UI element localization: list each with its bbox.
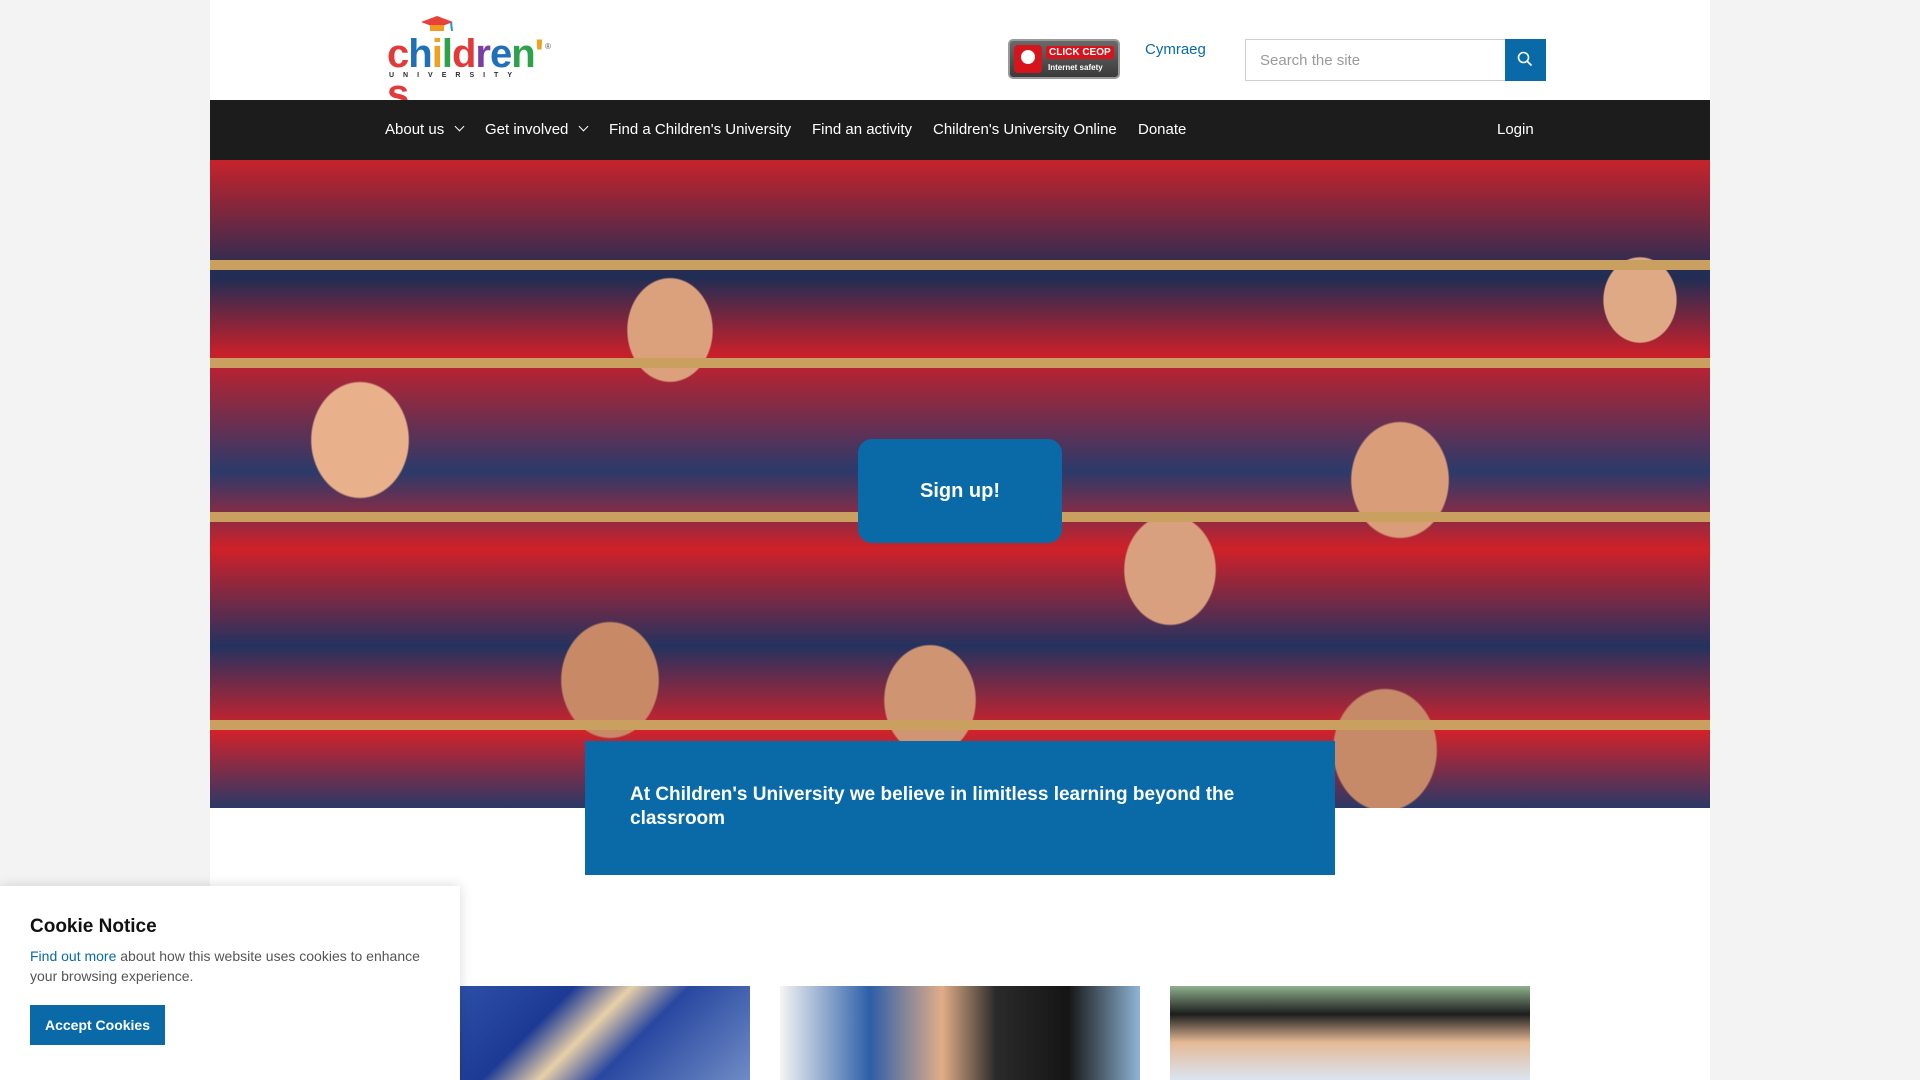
login-link[interactable]: Login [1497, 100, 1534, 160]
nav-item-label: Find an activity [812, 121, 913, 138]
site-logo[interactable]: children's UNIVERSITY ® [387, 16, 557, 114]
nav-item-label: Find a Children's University [609, 121, 792, 138]
search-icon [1517, 51, 1533, 67]
ceop-logo-icon [1014, 45, 1042, 73]
nav-item-label: Children's University Online [933, 121, 1117, 138]
desk-row [210, 720, 1710, 730]
nav-item-label: Get involved [485, 121, 569, 138]
nav-item-find-activity[interactable]: Find an activity [812, 100, 912, 160]
chevron-down-icon [578, 121, 589, 132]
nav-item-label: About us [385, 121, 445, 138]
ceop-safety-badge[interactable]: CLICK CEOP Internet safety [1008, 39, 1120, 79]
cookie-notice-title: Cookie Notice [30, 916, 157, 937]
feature-card-image[interactable] [780, 986, 1140, 1080]
nav-item-about-us[interactable]: About us [385, 100, 465, 160]
desk-row [210, 358, 1710, 368]
language-link[interactable]: Cymraeg [1145, 41, 1206, 58]
feature-card-image[interactable] [1170, 986, 1530, 1080]
chevron-down-icon [454, 121, 465, 132]
signup-button[interactable]: Sign up! [858, 439, 1062, 543]
tagline-text: At Children's University we believe in l… [630, 784, 1235, 829]
registered-mark: ® [545, 42, 551, 51]
desk-row [210, 260, 1710, 270]
cookie-notice-text: Find out more about how this website use… [30, 946, 440, 986]
main-navigation: About us Get involved Find a Children's … [210, 100, 1710, 160]
search-box [1245, 39, 1546, 81]
logo-subtext: UNIVERSITY [389, 72, 522, 79]
nav-item-donate[interactable]: Donate [1138, 100, 1186, 160]
search-input[interactable] [1246, 40, 1504, 80]
cookie-notice: Cookie Notice Find out more about how th… [0, 886, 460, 1080]
hero-image: Sign up! [210, 160, 1710, 808]
accept-cookies-button[interactable]: Accept Cookies [30, 1005, 165, 1045]
nav-item-cu-online[interactable]: Children's University Online [933, 100, 1117, 160]
find-out-more-link[interactable]: Find out more [30, 948, 116, 964]
ceop-badge-title: CLICK CEOP [1046, 46, 1114, 59]
nav-item-get-involved[interactable]: Get involved [485, 100, 589, 160]
search-button[interactable] [1505, 39, 1546, 81]
ceop-badge-subtitle: Internet safety [1048, 63, 1103, 72]
nav-item-find-childrens-university[interactable]: Find a Children's University [609, 100, 791, 160]
nav-item-label: Donate [1138, 121, 1187, 138]
tagline-banner: At Children's University we believe in l… [585, 741, 1335, 875]
feature-card-image[interactable] [460, 986, 750, 1080]
